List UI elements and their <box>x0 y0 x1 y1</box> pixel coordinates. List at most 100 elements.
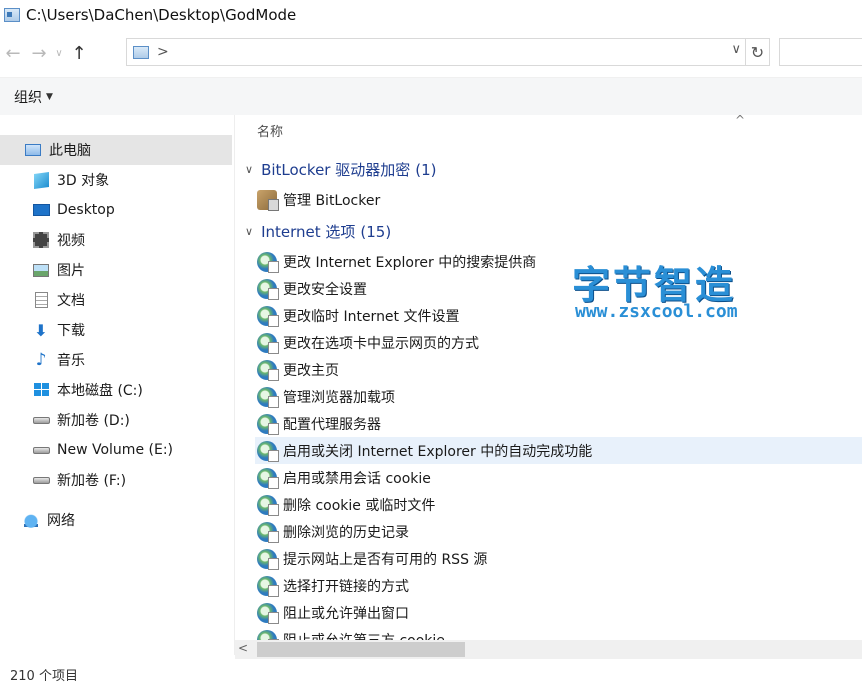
list-item[interactable]: 启用或关闭 Internet Explorer 中的自动完成功能 <box>255 437 862 464</box>
scrollbar-thumb[interactable] <box>257 642 465 657</box>
list-item[interactable]: 提示网站上是否有可用的 RSS 源 <box>255 545 862 572</box>
sidebar-item-documents[interactable]: 文档 <box>0 285 232 315</box>
status-bar: 210 个项目 <box>0 662 862 686</box>
list-item-label: 删除浏览的历史记录 <box>283 524 409 541</box>
sidebar-item-music[interactable]: ♪ 音乐 <box>0 345 232 375</box>
address-bar[interactable]: > ∨ ↻ <box>126 38 770 66</box>
internet-options-icon <box>257 305 279 327</box>
sidebar-item-drive-c[interactable]: 本地磁盘 (C:) <box>0 375 232 405</box>
video-icon <box>32 231 50 249</box>
sidebar-item-drive-e[interactable]: New Volume (E:) <box>0 435 232 465</box>
group-count: (15) <box>360 222 392 241</box>
sidebar-item-label: 图片 <box>57 263 85 279</box>
search-input[interactable] <box>779 38 862 66</box>
internet-options-icon <box>257 521 279 543</box>
navigation-pane: 此电脑 3D 对象 Desktop 视频 图片 文档 ⬇ 下载 ♪ 音乐 本地磁… <box>0 115 234 655</box>
watermark-logo: 字节智造 www.zsxcool.com <box>572 254 772 326</box>
list-item[interactable]: 更改主页 <box>255 356 862 383</box>
list-item-label: 管理 BitLocker <box>283 192 381 209</box>
horizontal-scrollbar[interactable]: < <box>235 640 862 659</box>
watermark-url: www.zsxcool.com <box>575 301 738 322</box>
sidebar-item-label: 音乐 <box>57 353 85 369</box>
column-header-name[interactable]: 名称 <box>257 121 283 140</box>
desktop-icon <box>32 201 50 219</box>
drive-icon <box>32 471 50 489</box>
organize-caret-icon[interactable]: ▼ <box>46 92 53 102</box>
list-item-label: 启用或关闭 Internet Explorer 中的自动完成功能 <box>283 443 593 460</box>
sidebar-item-drive-f[interactable]: 新加卷 (F:) <box>0 465 232 495</box>
list-item[interactable]: 管理浏览器加载项 <box>255 383 862 410</box>
list-item-label: 提示网站上是否有可用的 RSS 源 <box>283 551 488 568</box>
list-item-label: 更改 Internet Explorer 中的搜索提供商 <box>283 254 537 271</box>
list-item-label: 阻止或允许第三方 cookie <box>283 630 445 641</box>
music-icon: ♪ <box>35 350 47 370</box>
internet-options-icon <box>257 629 279 640</box>
list-item[interactable]: 启用或禁用会话 cookie <box>255 464 862 491</box>
sidebar-item-pictures[interactable]: 图片 <box>0 255 232 285</box>
list-item[interactable]: 更改在选项卡中显示网页的方式 <box>255 329 862 356</box>
internet-options-icon <box>257 332 279 354</box>
sidebar-item-drive-d[interactable]: 新加卷 (D:) <box>0 405 232 435</box>
title-bar: C:\Users\DaChen\Desktop\GodMode <box>0 0 862 30</box>
internet-options-icon <box>257 359 279 381</box>
forward-arrow-icon[interactable]: → <box>26 38 52 68</box>
3d-objects-icon <box>32 171 50 189</box>
folder-window-icon <box>4 8 20 22</box>
sidebar-item-desktop[interactable]: Desktop <box>0 195 232 225</box>
sidebar-item-label: 新加卷 (D:) <box>57 413 130 429</box>
sidebar-item-label: 此电脑 <box>49 143 91 159</box>
list-item[interactable]: 删除 cookie 或临时文件 <box>255 491 862 518</box>
navigation-bar: ← → ∨ ↑ > ∨ ↻ <box>0 34 862 72</box>
sort-ascending-icon: ^ <box>735 115 746 127</box>
sidebar-item-3d-objects[interactable]: 3D 对象 <box>0 165 232 195</box>
internet-options-icon <box>257 467 279 489</box>
list-item-label: 选择打开链接的方式 <box>283 578 409 595</box>
internet-options-icon <box>257 494 279 516</box>
list-item[interactable]: 删除浏览的历史记录 <box>255 518 862 545</box>
collapse-chevron-icon[interactable]: ∨ <box>245 163 253 176</box>
list-item[interactable]: 配置代理服务器 <box>255 410 862 437</box>
list-item[interactable]: 选择打开链接的方式 <box>255 572 862 599</box>
group-count: (1) <box>415 160 437 179</box>
internet-options-icon <box>257 413 279 435</box>
group-header-internet-options[interactable]: ∨ Internet 选项 (15) <box>245 221 391 242</box>
internet-options-icon <box>257 575 279 597</box>
list-item-label: 更改在选项卡中显示网页的方式 <box>283 335 479 352</box>
windows-drive-icon <box>32 381 50 399</box>
refresh-icon[interactable]: ↻ <box>745 39 769 65</box>
scroll-left-arrow-icon[interactable]: < <box>238 641 248 655</box>
breadcrumb-separator[interactable]: > <box>157 44 169 60</box>
up-arrow-icon[interactable]: ↑ <box>66 38 92 68</box>
group-name: Internet 选项 <box>261 223 356 241</box>
sidebar-item-label: 视频 <box>57 233 85 249</box>
internet-options-icon <box>257 278 279 300</box>
drive-icon <box>32 441 50 459</box>
group-header-bitlocker[interactable]: ∨ BitLocker 驱动器加密 (1) <box>245 159 437 180</box>
address-dropdown-chevron-icon[interactable]: ∨ <box>731 42 741 57</box>
internet-options-icon <box>257 602 279 624</box>
sidebar-item-network[interactable]: 网络 <box>0 505 232 535</box>
list-item-label: 更改主页 <box>283 362 339 379</box>
sidebar-item-label: 本地磁盘 (C:) <box>57 383 143 399</box>
list-item[interactable]: 阻止或允许第三方 cookie <box>255 626 862 640</box>
item-count: 210 个项目 <box>10 668 78 684</box>
back-arrow-icon[interactable]: ← <box>0 38 26 68</box>
list-item[interactable]: 阻止或允许弹出窗口 <box>255 599 862 626</box>
sidebar-item-label: Desktop <box>57 202 115 218</box>
file-list: 名称 ^ ∨ BitLocker 驱动器加密 (1) 管理 BitLocker … <box>235 115 862 640</box>
sidebar-item-this-pc[interactable]: 此电脑 <box>0 135 232 165</box>
window-title: C:\Users\DaChen\Desktop\GodMode <box>26 6 297 24</box>
sidebar-item-label: 文档 <box>57 293 85 309</box>
list-item-label: 阻止或允许弹出窗口 <box>283 605 409 622</box>
command-bar: 组织 ▼ <box>0 77 862 115</box>
internet-options-icon <box>257 440 279 462</box>
list-item[interactable]: 管理 BitLocker <box>255 186 862 213</box>
organize-button[interactable]: 组织 <box>14 87 42 107</box>
sidebar-item-label: 新加卷 (F:) <box>57 473 127 489</box>
sidebar-item-label: 下载 <box>57 323 85 339</box>
collapse-chevron-icon[interactable]: ∨ <box>245 225 253 238</box>
internet-options-icon <box>257 548 279 570</box>
sidebar-item-downloads[interactable]: ⬇ 下载 <box>0 315 232 345</box>
sidebar-item-videos[interactable]: 视频 <box>0 225 232 255</box>
recent-locations-chevron-icon[interactable]: ∨ <box>52 38 66 68</box>
